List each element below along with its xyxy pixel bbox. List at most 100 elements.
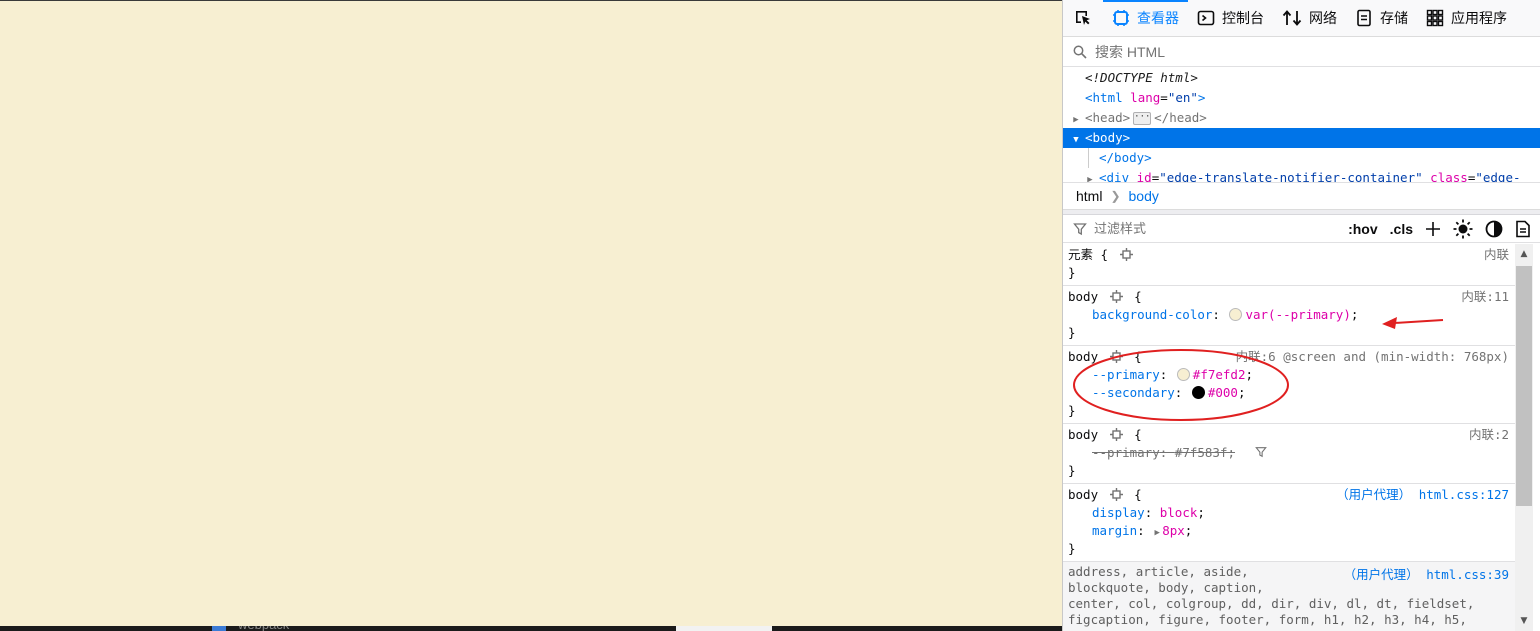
ua-selector-line[interactable]: figcaption, figure, footer, form, h1, h2… xyxy=(1068,612,1511,628)
rule-source[interactable]: （用户代理） html.css:39 xyxy=(1344,564,1509,583)
body-rule-inline-2: body { 内联:2 --primary: #7f583f; } xyxy=(1063,424,1515,484)
property-value[interactable]: var(--primary) xyxy=(1245,307,1350,322)
hov-button[interactable]: :hov xyxy=(1348,221,1378,237)
scroll-down-icon[interactable]: ▼ xyxy=(1515,613,1533,629)
ua-rule-39: （用户代理） html.css:39 address, article, asi… xyxy=(1063,562,1515,631)
declaration[interactable]: background-color: var(--primary); xyxy=(1068,306,1511,324)
markup-div-node[interactable]: ▶ <div id="edge-translate-notifier-contai… xyxy=(1063,168,1540,182)
ellipsis-icon[interactable]: ··· xyxy=(1133,112,1152,125)
property-name[interactable]: margin xyxy=(1092,523,1137,538)
devtools-panel: 查看器 控制台 网络 存储 应用程序 <!DOCTYPE html> <html… xyxy=(1062,0,1540,631)
scroll-up-icon[interactable]: ▲ xyxy=(1515,246,1533,262)
filter-styles-input[interactable] xyxy=(1092,220,1316,237)
rule-source[interactable]: 内联 xyxy=(1484,246,1509,264)
head-close-tag: </head> xyxy=(1154,110,1207,125)
rule-selector[interactable]: 元素 { xyxy=(1068,247,1108,262)
rule-open-brace: { xyxy=(1134,289,1142,304)
tab-storage[interactable]: 存储 xyxy=(1346,0,1417,36)
property-value[interactable]: 8px xyxy=(1162,523,1185,538)
node-icon xyxy=(1109,428,1123,441)
expand-arrow-icon[interactable]: ▶ xyxy=(1085,170,1095,182)
rule-selector[interactable]: body xyxy=(1068,487,1098,502)
body-open-tag: <body> xyxy=(1085,130,1131,145)
rules-view: 元素 { 内联 } body { 内联:11 background-color:… xyxy=(1063,244,1515,631)
rule-selector[interactable]: body xyxy=(1068,427,1098,442)
attr-value: "en" xyxy=(1167,90,1198,105)
tab-label: 查看器 xyxy=(1137,11,1179,27)
print-media-icon[interactable] xyxy=(1515,220,1531,238)
markup-body-node[interactable]: ▼ <body> xyxy=(1063,128,1540,148)
light-mode-icon[interactable] xyxy=(1453,219,1473,239)
markup-head-node[interactable]: ▶ <head> ··· </head> xyxy=(1063,108,1540,128)
network-icon xyxy=(1282,10,1302,26)
filter-icon xyxy=(1073,222,1087,235)
element-rule: 元素 { 内联 } xyxy=(1063,244,1515,286)
property-name[interactable]: --primary xyxy=(1092,367,1160,382)
app-icon[interactable] xyxy=(212,626,226,631)
body-rule-ua-127: body { （用户代理） html.css:127 display: bloc… xyxy=(1063,484,1515,562)
declaration[interactable]: --secondary: #000; xyxy=(1068,384,1511,402)
dark-mode-icon[interactable] xyxy=(1485,220,1503,238)
rule-source[interactable]: 内联:2 xyxy=(1469,426,1509,444)
body-close-tag: </body> xyxy=(1099,150,1152,165)
rule-source[interactable]: 内联:6 @screen and (min-width: 768px) xyxy=(1236,348,1509,366)
markup-doctype[interactable]: <!DOCTYPE html> xyxy=(1063,68,1540,88)
color-swatch[interactable] xyxy=(1191,386,1205,399)
rule-open-brace: { xyxy=(1134,349,1142,364)
cls-button[interactable]: .cls xyxy=(1390,221,1413,237)
property-value[interactable]: #7f583f xyxy=(1175,445,1228,460)
add-rule-icon[interactable] xyxy=(1425,221,1441,237)
rule-selector[interactable]: body xyxy=(1068,289,1098,304)
property-name[interactable]: background-color xyxy=(1092,307,1212,322)
rule-open-brace: { xyxy=(1134,487,1142,502)
application-icon xyxy=(1426,9,1444,27)
markup-html-node[interactable]: <html lang="en"> xyxy=(1063,88,1540,108)
property-value[interactable]: #000 xyxy=(1208,385,1238,400)
property-name[interactable]: --primary xyxy=(1092,445,1160,460)
tab-label: 应用程序 xyxy=(1451,11,1507,27)
tab-inspector[interactable]: 查看器 xyxy=(1103,0,1188,36)
rule-selector[interactable]: body xyxy=(1068,349,1098,364)
breadcrumb-html[interactable]: html xyxy=(1076,188,1102,204)
expand-arrow-icon[interactable]: ▶ xyxy=(1071,110,1081,130)
breadcrumb-separator-icon: ❯ xyxy=(1110,189,1121,203)
rule-source[interactable]: 内联:11 xyxy=(1461,288,1509,306)
node-icon xyxy=(1109,488,1123,501)
element-picker-button[interactable] xyxy=(1063,0,1103,36)
declaration[interactable]: margin: ▶ 8px; xyxy=(1068,522,1511,540)
attr-value: "edge-translate-notifier-container" xyxy=(1159,170,1423,182)
property-value[interactable]: block xyxy=(1160,505,1198,520)
storage-icon xyxy=(1357,9,1371,27)
body-rule-inline-11: body { 内联:11 background-color: var(--pri… xyxy=(1063,286,1515,346)
body-rule-inline-6: body { 内联:6 @screen and (min-width: 768p… xyxy=(1063,346,1515,424)
head-open-tag: <head> xyxy=(1085,110,1131,125)
node-icon xyxy=(1109,350,1123,363)
tag-name: div xyxy=(1106,170,1130,182)
breadcrumb-body[interactable]: body xyxy=(1129,188,1159,204)
markup-body-close[interactable]: </body> xyxy=(1063,148,1540,168)
rule-source[interactable]: （用户代理） html.css:127 xyxy=(1336,486,1509,504)
rules-toolbar: :hov .cls xyxy=(1063,215,1540,243)
tab-application[interactable]: 应用程序 xyxy=(1417,0,1516,36)
collapse-arrow-icon[interactable]: ▼ xyxy=(1071,130,1081,150)
property-name[interactable]: display xyxy=(1092,505,1145,520)
console-icon xyxy=(1197,10,1215,26)
search-html-input[interactable] xyxy=(1093,42,1497,61)
property-value[interactable]: #f7efd2 xyxy=(1193,367,1246,382)
doctype-text: <!DOCTYPE html> xyxy=(1085,70,1198,85)
tab-console[interactable]: 控制台 xyxy=(1188,0,1273,36)
declaration[interactable]: display: block; xyxy=(1068,504,1511,522)
color-swatch[interactable] xyxy=(1229,308,1243,321)
overridden-declaration[interactable]: --primary: #7f583f; xyxy=(1068,444,1511,462)
color-swatch[interactable] xyxy=(1176,368,1190,381)
rules-scrollbar[interactable]: ▲ ▼ xyxy=(1515,244,1533,631)
property-name[interactable]: --secondary xyxy=(1092,385,1175,400)
ua-selector-line[interactable]: center, col, colgroup, dd, dir, div, dl,… xyxy=(1068,596,1511,612)
inspector-icon xyxy=(1113,10,1129,26)
filter-icon[interactable] xyxy=(1254,446,1267,458)
tab-network[interactable]: 网络 xyxy=(1273,0,1346,36)
node-icon xyxy=(1119,248,1133,261)
taskbar-label[interactable]: webpack xyxy=(238,626,289,631)
scroll-thumb[interactable] xyxy=(1516,266,1532,506)
declaration[interactable]: --primary: #f7efd2; xyxy=(1068,366,1511,384)
